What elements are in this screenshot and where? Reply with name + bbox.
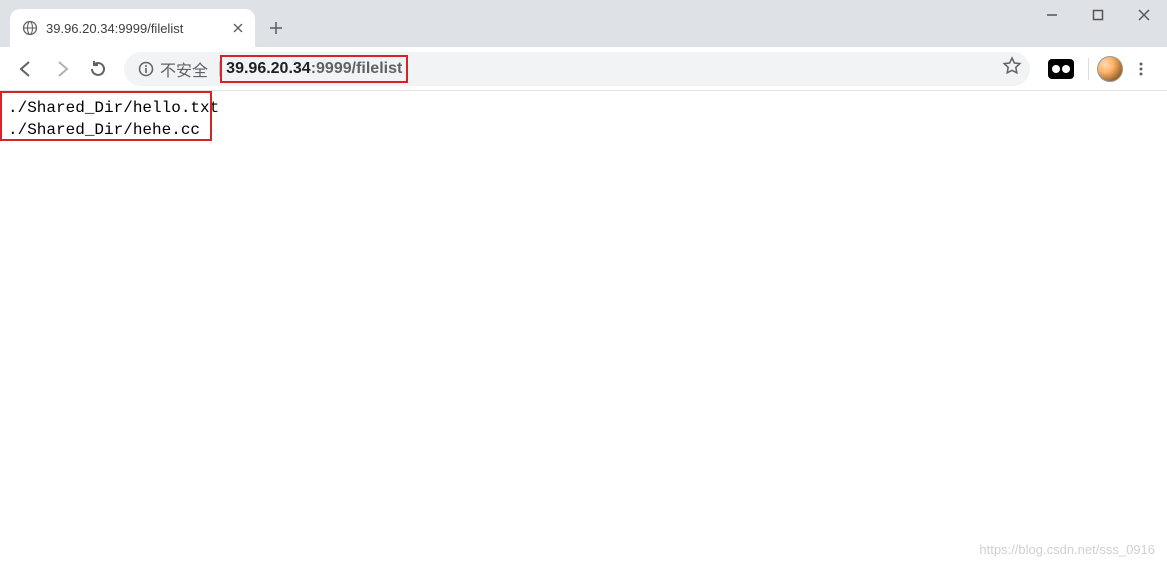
reload-button[interactable] bbox=[80, 51, 116, 87]
new-tab-button[interactable] bbox=[261, 13, 291, 43]
tab-close-button[interactable] bbox=[229, 19, 247, 37]
close-icon bbox=[1138, 9, 1150, 21]
page-content: ./Shared_Dir/hello.txt ./Shared_Dir/hehe… bbox=[0, 91, 1167, 147]
back-button[interactable] bbox=[8, 51, 44, 87]
file-list-output: ./Shared_Dir/hello.txt ./Shared_Dir/hehe… bbox=[4, 95, 223, 143]
bookmark-button[interactable] bbox=[1002, 56, 1022, 81]
toolbar-separator bbox=[1088, 58, 1089, 80]
star-icon bbox=[1002, 56, 1022, 76]
security-label: 不安全 bbox=[160, 57, 208, 81]
maximize-icon bbox=[1092, 9, 1104, 21]
info-icon bbox=[138, 61, 154, 77]
plus-icon bbox=[269, 21, 283, 35]
watermark: https://blog.csdn.net/sss_0916 bbox=[979, 542, 1155, 557]
globe-icon bbox=[22, 20, 38, 36]
maximize-button[interactable] bbox=[1075, 0, 1121, 30]
reload-icon bbox=[89, 60, 107, 78]
minimize-button[interactable] bbox=[1029, 0, 1075, 30]
extension-button[interactable] bbox=[1048, 59, 1074, 79]
omnibox-separator: | bbox=[216, 60, 224, 78]
omnibox-actions bbox=[1002, 56, 1022, 81]
back-arrow-icon bbox=[17, 60, 35, 78]
tab-title: 39.96.20.34:9999/filelist bbox=[46, 21, 229, 36]
minimize-icon bbox=[1046, 9, 1058, 21]
url-host: 39.96.20.34 bbox=[226, 60, 311, 77]
tab-bar: 39.96.20.34:9999/filelist bbox=[0, 0, 1167, 47]
site-info-button[interactable]: 不安全 bbox=[138, 57, 216, 81]
forward-arrow-icon bbox=[53, 60, 71, 78]
toolbar: 不安全 | 39.96.20.34:9999/filelist bbox=[0, 47, 1167, 91]
menu-button[interactable] bbox=[1123, 51, 1159, 87]
close-window-button[interactable] bbox=[1121, 0, 1167, 30]
url-text: 39.96.20.34:9999/filelist bbox=[226, 60, 402, 78]
close-icon bbox=[233, 23, 243, 33]
window-controls bbox=[1029, 0, 1167, 30]
address-bar[interactable]: 不安全 | 39.96.20.34:9999/filelist bbox=[124, 52, 1030, 86]
profile-avatar-button[interactable] bbox=[1097, 56, 1123, 82]
url-port-path: :9999/filelist bbox=[311, 60, 403, 77]
more-vert-icon bbox=[1133, 61, 1149, 77]
forward-button[interactable] bbox=[44, 51, 80, 87]
tab-active[interactable]: 39.96.20.34:9999/filelist bbox=[10, 9, 255, 47]
